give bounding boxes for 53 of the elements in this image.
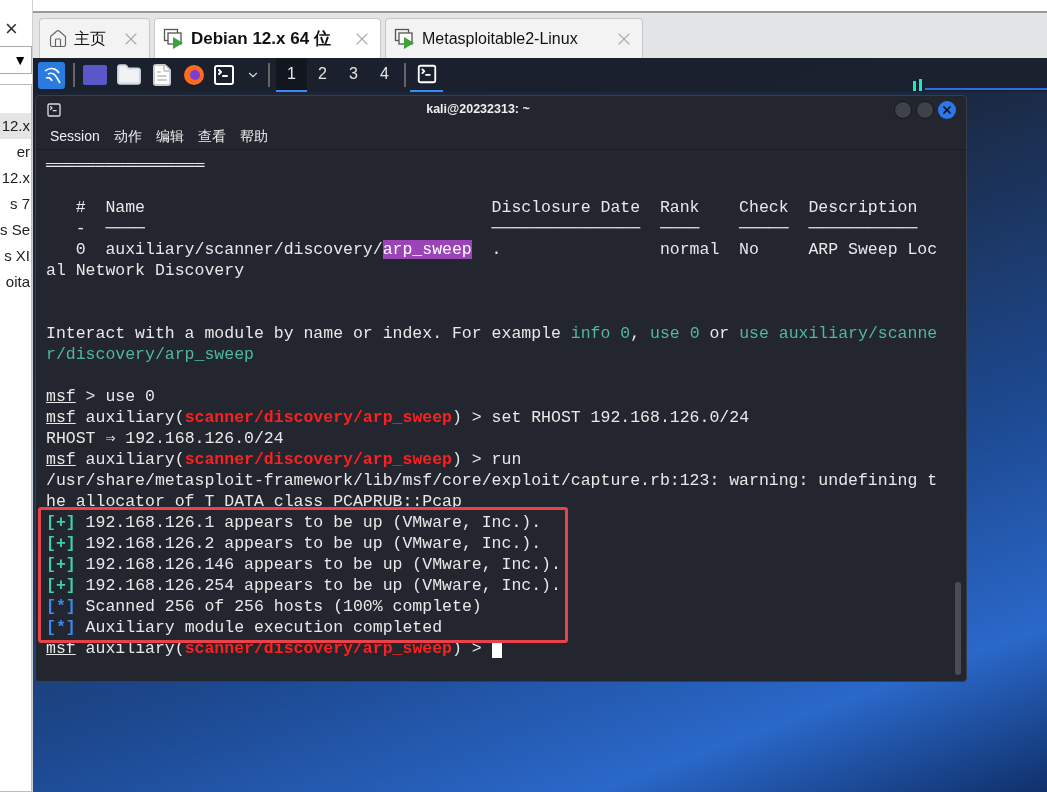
terminal-line: # Name Disclosure Date Rank Check Description [74,197,919,218]
text-editor-icon[interactable] [150,63,174,87]
scrollbar[interactable] [955,582,961,675]
terminal-line: [+] 192.168.126.146 appears to be up (VMware, Inc.). [46,554,562,575]
terminal-line: r/discovery/arp_sweep [46,344,255,365]
menu-item[interactable]: 动作 [113,125,142,147]
terminal-line: [*] Auxiliary module execution completed [46,617,444,638]
vm-list-item[interactable]: s XI [0,243,31,269]
terminal-icon[interactable] [212,63,236,87]
workspace-button[interactable]: 4 [369,58,400,92]
workspace-button[interactable]: 1 [276,58,307,92]
terminal-icon [46,101,62,118]
home-icon [48,28,68,49]
vm-tab[interactable]: Debian 12.x 64 位 [154,18,381,58]
virtual-machine-icon [394,27,416,50]
terminal-line: [+] 192.168.126.254 appears to be up (VMware, Inc.). [46,575,562,596]
vm-list-item[interactable]: s 7 [0,191,31,217]
menu-item[interactable]: 帮助 [239,125,268,147]
virtual-machine-icon [163,27,185,50]
vm-list-item[interactable]: 12.x [0,113,31,139]
close-button[interactable] [938,100,956,119]
vm-list-item[interactable]: s Se [0,217,31,243]
folder-icon[interactable] [116,62,142,88]
vm-list-item[interactable]: er [0,139,31,165]
terminal-line: - ──── ─────────────── ──── ───── ─────────── [74,218,919,239]
menu-item[interactable]: 查看 [197,125,226,147]
terminal-line: 0 auxiliary/scanner/discovery/arp_sweep . normal No ARP Sweep Loc [74,239,939,260]
vm-tab[interactable]: Metasploitable2-Linux [385,18,643,58]
menu-item[interactable]: Session [50,125,100,147]
workspace-button[interactable]: 3 [338,58,369,92]
kali-menu-button[interactable] [38,61,65,89]
vm-tab[interactable]: 主页 [39,18,150,58]
terminal-icon [415,63,438,85]
vm-list-item[interactable]: oita [0,269,31,295]
vm-list-item[interactable]: 12.x [0,165,31,191]
terminal-line: [+] 192.168.126.2 appears to be up (VMware, Inc.). [46,533,543,554]
dropdown-field[interactable]: ▼ [0,46,32,74]
terminal-line: msf > use 0 [46,386,156,407]
window-title: kali@20232313: ~ [425,101,531,119]
web-browser-icon[interactable] [182,63,206,87]
terminal-line: /usr/share/metasploit-framework/lib/msf/core/exploit/capture.rb:123: warning: undefining t [46,470,939,491]
terminal-line: msf auxiliary(scanner/discovery/arp_sweep) > set RHOST 192.168.126.0/24 [46,407,751,428]
terminal-line: [*] Scanned 256 of 256 hosts (100% complete) [46,596,483,617]
menu-item[interactable]: 编辑 [155,125,184,147]
terminal-line: [+] 192.168.126.1 appears to be up (VMware, Inc.). [46,512,543,533]
terminal-line: RHOST ⇒ 192.168.126.0/24 [46,428,285,449]
workspace-button[interactable]: 2 [307,58,338,92]
terminal-line: ════════════════ [46,155,206,176]
terminal-line: al Network Discovery [46,260,246,281]
close-icon [941,103,953,116]
terminal-line: Interact with a module by name or index. For example info 0, use 0 or use auxiliary/scanne [46,323,939,344]
close-button[interactable]: × [0,18,32,40]
terminal-line: msf auxiliary(scanner/discovery/arp_sweep) > run [46,449,523,470]
